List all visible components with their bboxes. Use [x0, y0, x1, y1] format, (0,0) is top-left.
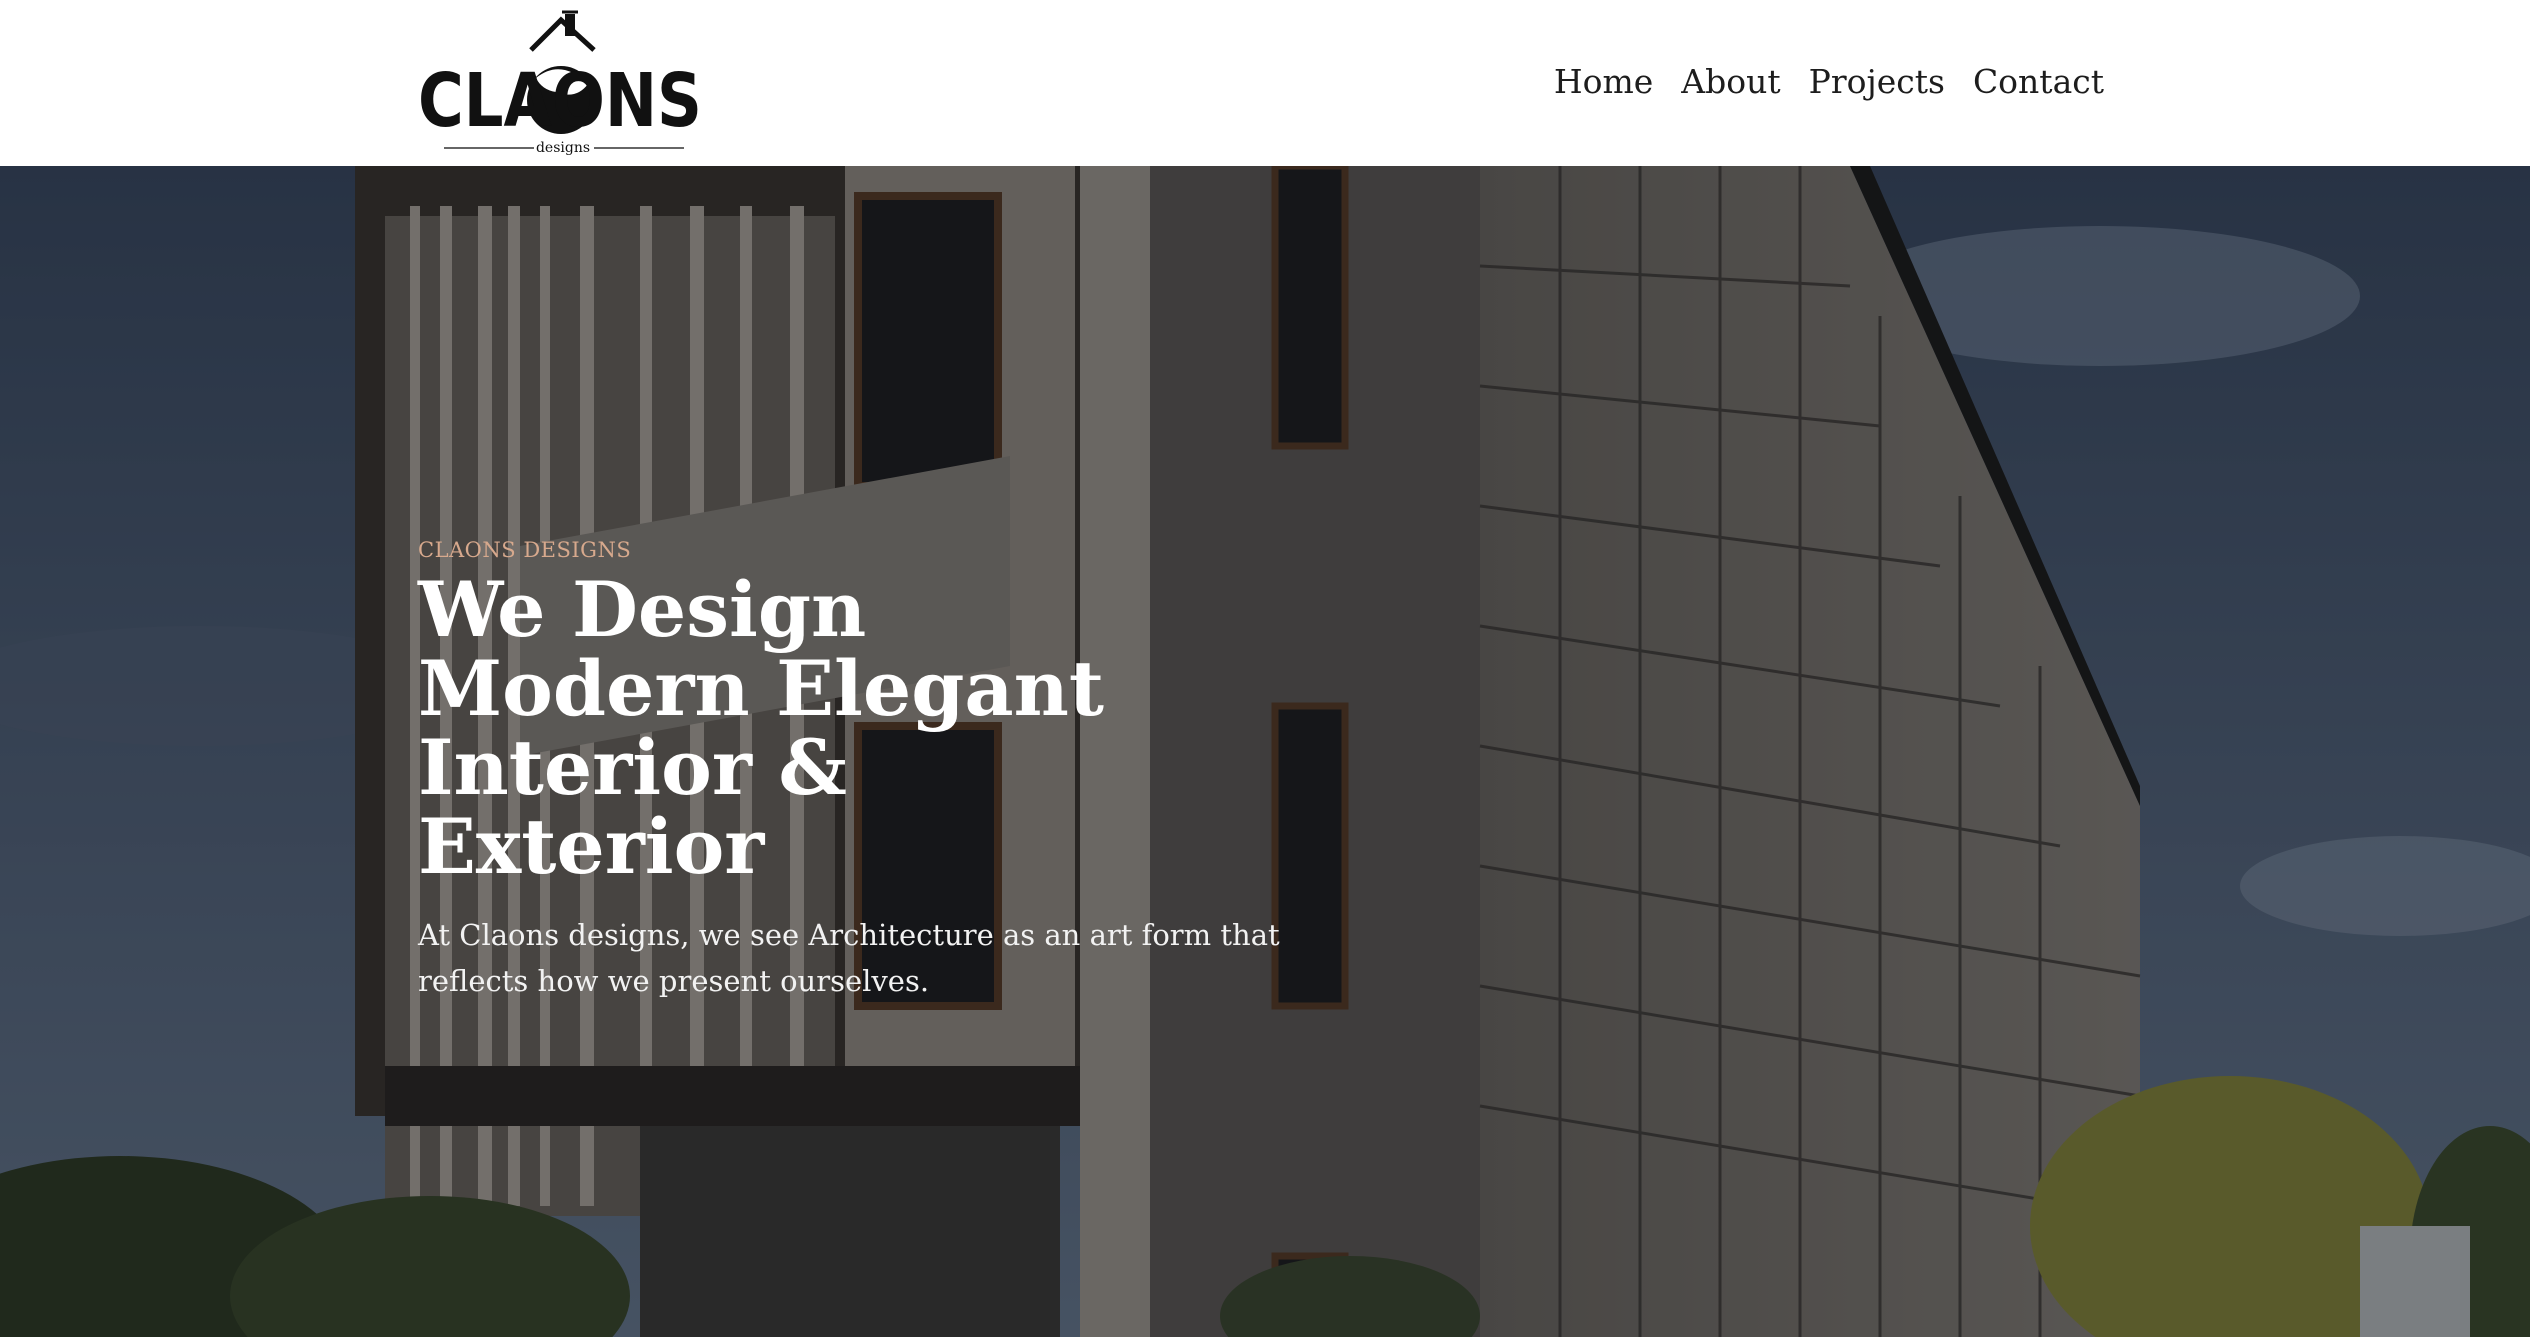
hero-eyebrow: CLAONS DESIGNS [418, 538, 632, 562]
site-header: CLAONS designs Home About Projects Conta… [0, 0, 2530, 166]
nav-projects[interactable]: Projects [1809, 52, 1945, 112]
hero-headline: We Design Modern Elegant Interior & Exte… [418, 565, 1104, 891]
claons-logo[interactable]: CLAONS designs [416, 8, 706, 158]
logo-graphic: CLAONS designs [418, 10, 702, 156]
nav-contact[interactable]: Contact [1973, 52, 2104, 112]
hero-content: CLAONS DESIGNS We Design Modern Elegant … [418, 538, 1378, 1004]
hero-subtitle: At Claons designs, we see Architecture a… [418, 918, 1280, 998]
hero-section: CLAONS DESIGNS We Design Modern Elegant … [0, 166, 2530, 1337]
nav-home[interactable]: Home [1554, 52, 1653, 112]
logo-tagline: designs [536, 140, 590, 156]
nav-about[interactable]: About [1681, 52, 1780, 112]
logo-wordmark: CLAONS [418, 58, 702, 144]
main-nav: Home About Projects Contact [1554, 52, 2104, 112]
